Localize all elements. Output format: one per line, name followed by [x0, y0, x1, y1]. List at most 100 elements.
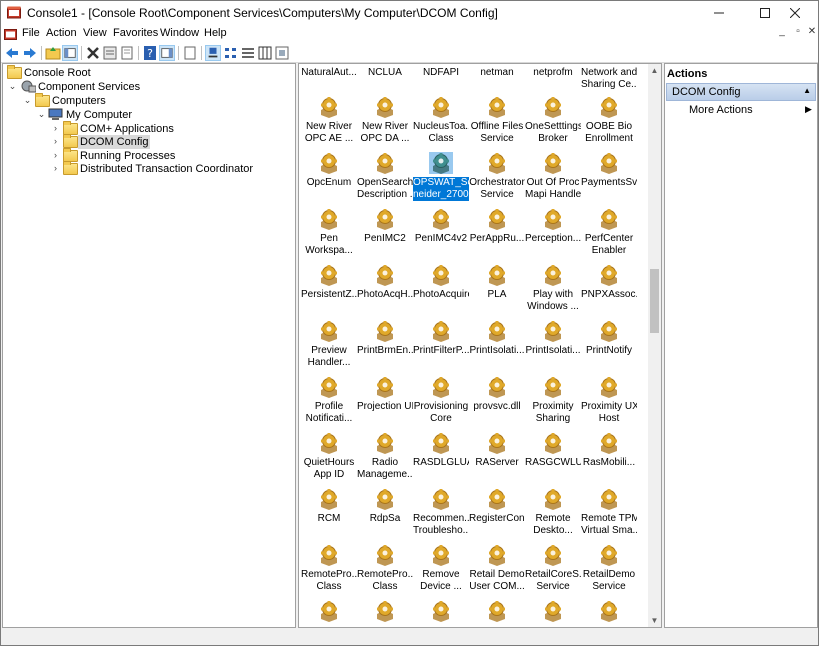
delete-icon[interactable] [85, 45, 101, 61]
menu-window[interactable]: Window [160, 27, 199, 39]
dcom-object-item[interactable] [413, 600, 469, 625]
dcom-object-item[interactable]: Play with Windows ... [525, 264, 581, 313]
dcom-object-item[interactable]: PLA [469, 264, 525, 301]
tree-item-computers[interactable]: ⌄ Computers [5, 93, 285, 108]
dcom-object-item[interactable]: PrintNotify [581, 320, 637, 357]
dcom-object-item[interactable]: QuietHours App ID [301, 432, 357, 481]
back-arrow-icon[interactable] [4, 45, 20, 61]
close-button[interactable] [772, 1, 818, 25]
dcom-object-item[interactable]: New River OPC AE ... [301, 96, 357, 145]
show-hide-tree-icon[interactable] [62, 45, 78, 61]
tree-item-dcom-config[interactable]: › DCOM Config [5, 134, 285, 149]
small-icons-view-icon[interactable] [223, 45, 239, 61]
dcom-object-item[interactable]: PrintIsolati... [525, 320, 581, 357]
dcom-object-item[interactable]: RASGCWLUA [525, 432, 581, 469]
tree-item-my-computer[interactable]: ⌄ My Computer [5, 108, 285, 122]
dcom-object-item[interactable]: RASDLGLUA [413, 432, 469, 469]
dcom-object-item[interactable]: PhotoAcqH... [357, 264, 413, 301]
dcom-object-item[interactable]: Out Of Proc Mapi Handler [525, 152, 581, 201]
menu-help[interactable]: Help [204, 27, 227, 39]
configure-icon[interactable] [274, 45, 290, 61]
menu-file[interactable]: File [22, 27, 40, 39]
export-list-icon[interactable] [119, 45, 135, 61]
dcom-object-item[interactable]: Proximity Sharing [525, 376, 581, 425]
dcom-object-item[interactable]: Remote TPM Virtual Sma... [581, 488, 637, 537]
dcom-object-item[interactable]: OpcEnum [301, 152, 357, 189]
scrollbar-thumb[interactable] [650, 269, 659, 333]
menu-favorites[interactable]: Favorites [113, 27, 158, 39]
dcom-object-item[interactable]: Network and Sharing Ce... [581, 67, 637, 91]
dcom-object-item[interactable]: PrintFilterP... [413, 320, 469, 357]
actions-section-dcom-config[interactable]: DCOM Config ▲ [666, 83, 816, 101]
dcom-object-item[interactable]: Recommen... Troublesho... [413, 488, 469, 537]
chevron-right-icon[interactable]: › [51, 163, 60, 174]
dcom-object-item[interactable]: Profile Notificati... [301, 376, 357, 425]
dcom-object-item[interactable]: NaturalAut... [301, 67, 357, 79]
help-icon[interactable]: ? [142, 45, 158, 61]
dcom-object-item[interactable]: PerAppRu... [469, 208, 525, 245]
menu-action[interactable]: Action [46, 27, 77, 39]
dcom-object-item[interactable] [357, 600, 413, 625]
up-folder-icon[interactable] [45, 45, 61, 61]
dcom-object-item[interactable]: OOBE Bio Enrollment [581, 96, 637, 145]
dcom-object-item[interactable]: Offline Files Service [469, 96, 525, 145]
child-close-icon[interactable]: ✕ [804, 26, 819, 37]
dcom-object-item[interactable]: RAServer [469, 432, 525, 469]
tree-item-console-root[interactable]: Console Root [5, 65, 285, 80]
more-actions-link[interactable]: More Actions [689, 104, 753, 116]
dcom-object-item[interactable]: RetailDemo Service [581, 544, 637, 593]
dcom-object-item[interactable]: OPSWAT_Schneider_27000 [413, 152, 469, 201]
collapse-up-icon[interactable]: ▲ [803, 86, 811, 95]
dcom-object-item[interactable]: Proximity UX Host [581, 376, 637, 425]
dcom-object-item[interactable]: New River OPC DA ... [357, 96, 413, 145]
view-toggle-icon[interactable] [182, 45, 198, 61]
dcom-object-item[interactable]: Remote Deskto... [525, 488, 581, 537]
chevron-right-icon[interactable]: › [51, 136, 60, 147]
dcom-object-item[interactable]: NucleusToa... Class [413, 96, 469, 145]
expand-chevron-icon[interactable]: ⌄ [8, 81, 17, 92]
minimize-button[interactable] [696, 1, 742, 25]
show-action-pane-icon[interactable] [159, 45, 175, 61]
dcom-object-item[interactable]: PrintIsolati... [469, 320, 525, 357]
tree-item-running-processes[interactable]: › Running Processes [5, 148, 285, 163]
dcom-object-item[interactable]: PrintBrmEn... [357, 320, 413, 357]
dcom-object-item[interactable]: PersistentZ... [301, 264, 357, 301]
dcom-object-item[interactable]: NCLUA [357, 67, 413, 79]
dcom-object-item[interactable]: Preview Handler... [301, 320, 357, 369]
dcom-object-item[interactable]: Remove Device ... [413, 544, 469, 593]
dcom-object-item[interactable]: Pen Workspa... [301, 208, 357, 257]
dcom-object-item[interactable]: PenIMC2 [357, 208, 413, 245]
dcom-object-item[interactable]: Projection UI [357, 376, 413, 413]
menu-view[interactable]: View [83, 27, 107, 39]
dcom-object-item[interactable] [469, 600, 525, 625]
dcom-object-item[interactable]: provsvc.dll [469, 376, 525, 413]
large-icons-view-icon[interactable] [205, 45, 221, 61]
vertical-scrollbar[interactable]: ▲ ▼ [648, 64, 661, 627]
dcom-object-item[interactable]: RemotePro... Class [301, 544, 357, 593]
dcom-object-item[interactable]: RasMobili... [581, 432, 637, 469]
console-menu-icon[interactable] [4, 28, 17, 40]
dcom-object-item[interactable]: Orchestrator Service [469, 152, 525, 201]
dcom-object-item[interactable]: RetailCoreS...Service [525, 544, 581, 593]
dcom-object-item[interactable]: Retail Demo User COM... [469, 544, 525, 593]
tree-item-distributed-transaction-coordinator[interactable]: › Distributed Transaction Coordinator [5, 161, 285, 176]
properties-icon[interactable] [102, 45, 118, 61]
dcom-object-item[interactable]: RemotePro... Class [357, 544, 413, 593]
dcom-object-item[interactable]: RdpSa [357, 488, 413, 525]
dcom-object-item[interactable]: PhotoAcquire [413, 264, 469, 301]
dcom-object-item[interactable]: Perception... [525, 208, 581, 245]
dcom-object-item[interactable]: RCM [301, 488, 357, 525]
chevron-right-icon[interactable]: › [51, 150, 60, 161]
dcom-object-item[interactable]: netprofm [525, 67, 581, 79]
scroll-down-icon[interactable]: ▼ [648, 614, 661, 627]
dcom-object-item[interactable]: Radio Manageme... [357, 432, 413, 481]
list-view-icon[interactable] [240, 45, 256, 61]
expand-chevron-icon[interactable]: ⌄ [37, 109, 46, 120]
tree-item-com-plus-applications[interactable]: › COM+ Applications [5, 121, 285, 136]
dcom-object-item[interactable]: netman [469, 67, 525, 79]
tree-item-component-services[interactable]: ⌄ Component Services [5, 80, 285, 94]
dcom-object-item[interactable]: PerfCenter Enabler [581, 208, 637, 257]
child-minimize-icon[interactable]: _ [774, 26, 790, 37]
dcom-object-item[interactable]: PaymentsSvc [581, 152, 637, 189]
forward-arrow-icon[interactable] [22, 45, 38, 61]
